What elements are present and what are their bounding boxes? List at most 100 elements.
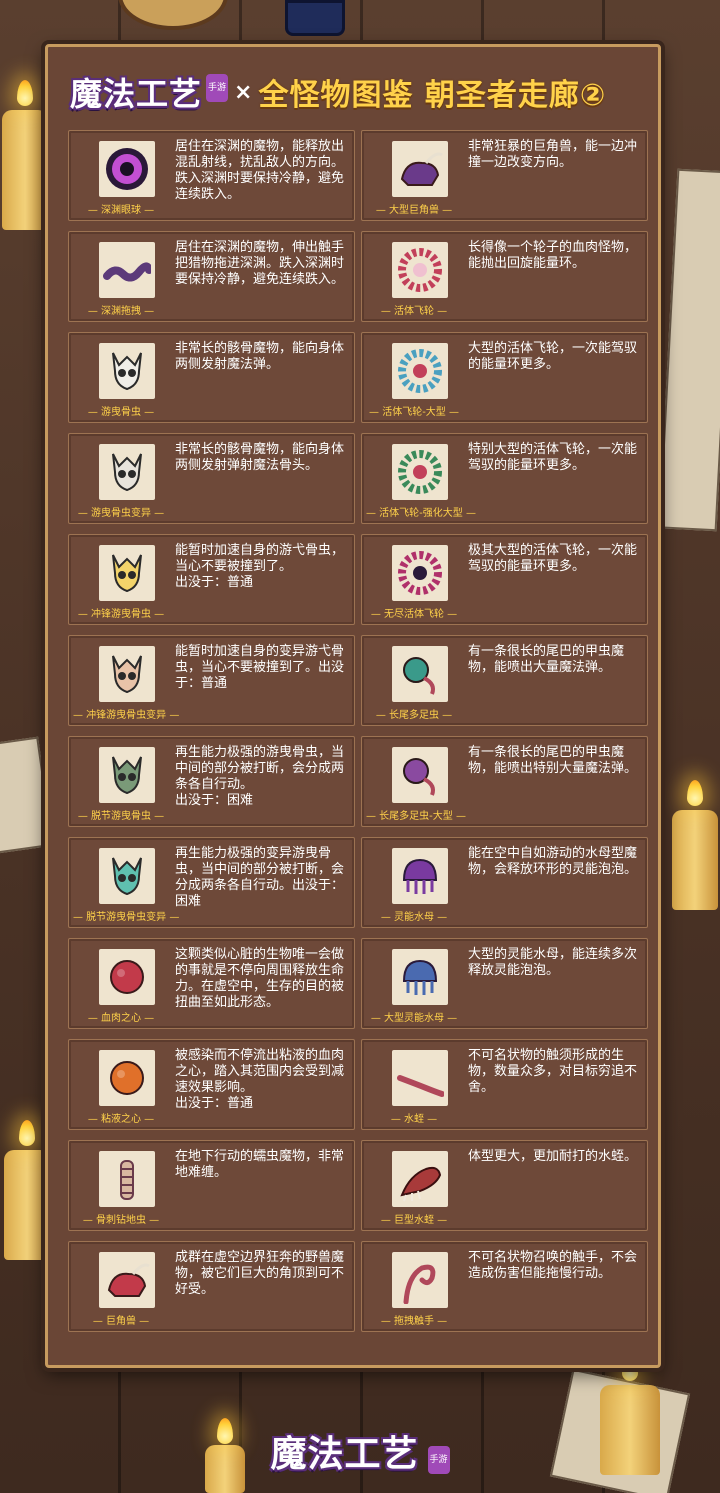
flesh-wheel-icon [392,242,448,298]
monster-description: 成群在虚空边界狂奔的野兽魔物，被它们巨大的角顶到可不好受。 [175,1250,345,1297]
monster-description: 被感染而不停流出粘液的血肉之心，踏入其范围内会受到减速效果影响。 出没于：普通 [175,1048,345,1111]
footer-logo: 魔法工艺 手游 [0,1425,720,1478]
monster-card: — 骨刺钻地虫 — 在地下行动的蠕虫魔物，非常地难缠。 [68,1140,355,1231]
monster-description: 非常长的骸骨魔物，能向身体两侧发射魔法弹。 [175,341,345,372]
monster-description: 长得像一个轮子的血肉怪物，能抛出回旋能量环。 [468,240,638,271]
monster-description: 有一条很长的尾巴的甲虫魔物，能喷出特别大量魔法弹。 [468,745,638,776]
page-header: 魔法工艺 手游 × 全怪物图鉴 朝圣者走廊② [70,62,650,122]
monster-name: — 脱节游曳骨虫变异 — [73,912,180,923]
monster-card: — 冲锋游曳骨虫变异 — 能暂时加速自身的变异游弋骨虫，当心不要被撞到了。出没于：… [68,635,355,726]
flesh-wheel-enhanced-icon [392,444,448,500]
monster-name: — 血肉之心 — [87,1013,155,1024]
monster-card: — 无尽活体飞轮 — 极其大型的活体飞轮，一次能驾驭的能量环更多。 [361,534,648,625]
page-title: 全怪物图鉴 朝圣者走廊② [258,78,607,113]
monster-card: — 长尾多足虫 — 有一条很长的尾巴的甲虫魔物，能喷出大量魔法弹。 [361,635,648,726]
monster-name: — 巨角兽 — [92,1316,150,1327]
horned-beast-icon [99,1252,155,1308]
monster-card: — 游曳骨虫变异 — 非常长的骸骨魔物，能向身体两侧发射弹射魔法骨头。 [68,433,355,524]
monster-description: 再生能力极强的变异游曳骨虫，当中间的部分被打断，会分成两条各自行动。出没于：困难 [175,846,345,909]
bone-skull-mutant-icon [99,444,155,500]
ink-bottle-decoration [285,0,345,36]
monster-card: — 脱节游曳骨虫 — 再生能力极强的游曳骨虫，当中间的部分被打断，会分成两条各自行… [68,736,355,827]
monster-description: 特别大型的活体飞轮，一次能驾驭的能量环更多。 [468,442,638,473]
monster-card: — 长尾多足虫-大型 — 有一条很长的尾巴的甲虫魔物，能喷出特别大量魔法弹。 [361,736,648,827]
bone-skull-icon [99,343,155,399]
monster-name: — 游曳骨虫变异 — [77,508,165,519]
monster-card: — 深渊眼球 — 居住在深渊的魔物，能释放出混乱射线，扰乱敌人的方向。跌入深渊时要… [68,130,355,221]
monster-description: 居住在深渊的魔物，能释放出混乱射线，扰乱敌人的方向。跌入深渊时要保持冷静，避免连… [175,139,345,202]
monster-description: 不可名状物的触须形成的生物，数量众多，对目标穷追不舍。 [468,1048,638,1095]
monster-name: — 活体飞轮 — [380,306,448,317]
monster-name: — 长尾多足虫 — [375,710,453,721]
monster-name: — 长尾多足虫-大型 — [366,811,466,822]
candle-left-bottom [4,1150,50,1260]
collab-cross: × [234,79,253,105]
candle-right-mid [672,810,718,910]
endless-wheel-icon [392,545,448,601]
monster-description: 极其大型的活体飞轮，一次能驾驭的能量环更多。 [468,543,638,574]
slime-heart-icon [99,1050,155,1106]
monster-card: — 活体飞轮-大型 — 大型的活体飞轮，一次能驾驭的能量环更多。 [361,332,648,423]
monster-name: — 深渊拖拽 — [87,306,155,317]
monster-name: — 无尽活体飞轮 — [370,609,458,620]
monster-name: — 活体飞轮-大型 — [369,407,459,418]
monster-name: — 巨型水蛭 — [380,1215,448,1226]
monster-name: — 冲锋游曳骨虫变异 — [73,710,180,721]
monster-description: 能在空中自如游动的水母型魔物，会释放环形的灵能泡泡。 [468,846,638,877]
monster-card: — 拖拽触手 — 不可名状物召唤的触手，不会造成伤害但能拖慢行动。 [361,1241,648,1332]
psi-jellyfish-icon [392,848,448,904]
monster-description: 非常狂暴的巨角兽，能一边冲撞一边改变方向。 [468,139,638,170]
monster-description: 大型的灵能水母，能连续多次释放灵能泡泡。 [468,947,638,978]
monster-card: — 大型灵能水母 — 大型的灵能水母，能连续多次释放灵能泡泡。 [361,938,648,1029]
monster-grid: — 深渊眼球 — 居住在深渊的魔物，能释放出混乱射线，扰乱敌人的方向。跌入深渊时要… [68,130,648,1332]
flesh-heart-icon [99,949,155,1005]
monster-card: — 巨型水蛭 — 体型更大，更加耐打的水蛭。 [361,1140,648,1231]
monster-name: — 拖拽触手 — [380,1316,448,1327]
monster-description: 不可名状物召唤的触手，不会造成伤害但能拖慢行动。 [468,1250,638,1281]
drag-tentacle-icon [392,1252,448,1308]
monster-card: — 活体飞轮 — 长得像一个轮子的血肉怪物，能抛出回旋能量环。 [361,231,648,322]
candle-left-top [2,110,48,230]
charge-skull-mutant-icon [99,646,155,702]
monster-name: — 骨刺钻地虫 — [82,1215,160,1226]
monster-card: — 游曳骨虫 — 非常长的骸骨魔物，能向身体两侧发射魔法弹。 [68,332,355,423]
monster-name: — 灵能水母 — [380,912,448,923]
monster-description: 大型的活体飞轮，一次能驾驭的能量环更多。 [468,341,638,372]
monster-card: — 脱节游曳骨虫变异 — 再生能力极强的变异游曳骨虫，当中间的部分被打断，会分成两… [68,837,355,928]
monster-description: 居住在深渊的魔物，伸出触手把猎物拖进深渊。跌入深渊时要保持冷静，避免连续跌入。 [175,240,345,287]
monster-description: 有一条很长的尾巴的甲虫魔物，能喷出大量魔法弹。 [468,644,625,675]
monster-card: — 水蛭 — 不可名状物的触须形成的生物，数量众多，对目标穷追不舍。 [361,1039,648,1130]
large-horned-beast-icon [392,141,448,197]
leech-icon [392,1050,448,1106]
monster-description: 体型更大，更加耐打的水蛭。 [468,1149,638,1164]
monster-description: 在地下行动的蠕虫魔物，非常地难缠。 [175,1149,345,1180]
monster-card: — 活体飞轮-强化大型 — 特别大型的活体飞轮，一次能驾驭的能量环更多。 [361,433,648,524]
monster-name: — 大型灵能水母 — [370,1013,458,1024]
monster-name: — 大型巨角兽 — [375,205,453,216]
monster-card: — 粘液之心 — 被感染而不停流出粘液的血肉之心，踏入其范围内会受到减速效果影响。… [68,1039,355,1130]
split-skull-mutant-icon [99,848,155,904]
giant-leech-icon [392,1151,448,1207]
game-logo: 魔法工艺 [70,75,203,113]
flesh-wheel-large-icon [392,343,448,399]
logo-mobile-tag: 手游 [206,74,229,102]
logo-mobile-tag: 手游 [427,1446,450,1474]
monster-description: 能暂时加速自身的游弋骨虫，当心不要被撞到了。 出没于：普通 [175,543,345,590]
monster-description: 能暂时加速自身的变异游弋骨虫，当心不要被撞到了。出没于：普通 [175,644,345,691]
monster-name: — 深渊眼球 — [87,205,155,216]
monster-card: — 深渊拖拽 — 居住在深渊的魔物，伸出触手把猎物拖进深渊。跌入深渊时要保持冷静，… [68,231,355,322]
game-logo-footer: 魔法工艺 [270,1434,419,1475]
monster-card: — 冲锋游曳骨虫 — 能暂时加速自身的游弋骨虫，当心不要被撞到了。 出没于：普通 [68,534,355,625]
long-tail-bug-large-icon [392,747,448,803]
monster-name: — 水蛭 — [390,1114,438,1125]
monster-name: — 活体飞轮-强化大型 — [366,508,476,519]
split-skull-icon [99,747,155,803]
monster-name: — 游曳骨虫 — [87,407,155,418]
monster-card: — 血肉之心 — 这颗类似心脏的生物唯一会做的事就是不停向周围释放生命力。在虚空中… [68,938,355,1029]
long-tail-bug-icon [392,646,448,702]
bone-worm-icon [99,1151,155,1207]
monster-card: — 大型巨角兽 — 非常狂暴的巨角兽，能一边冲撞一边改变方向。 [361,130,648,221]
eyeball-icon [99,141,155,197]
monster-description: 这颗类似心脏的生物唯一会做的事就是不停向周围释放生命力。在虚空中，生存的目的被扭… [175,947,345,1010]
monster-name: — 脱节游曳骨虫 — [77,811,165,822]
